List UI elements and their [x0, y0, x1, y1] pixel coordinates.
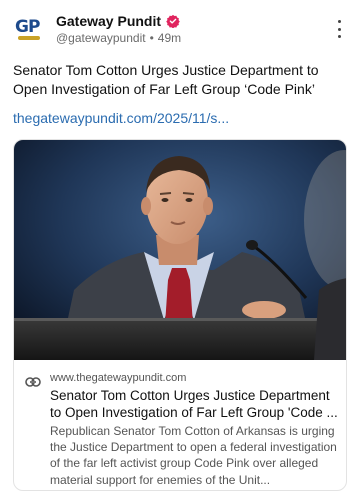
link-preview-details[interactable]: www.thegatewaypundit.com Senator Tom Cot… [14, 360, 346, 490]
account-name[interactable]: Gateway Pundit [56, 13, 161, 29]
card-title[interactable]: Senator Tom Cotton Urges Justice Departm… [50, 387, 338, 421]
name-row: Gateway Pundit [56, 12, 180, 30]
account-handle[interactable]: @gatewaypundit [56, 31, 146, 45]
post-link[interactable]: thegatewaypundit.com/2025/11/s... [13, 110, 229, 126]
post-header: GP Gateway Pundit @gatewaypundit • 49m [13, 12, 347, 48]
post-meta: @gatewaypundit • 49m [56, 31, 181, 45]
avatar-logo-text: GP [15, 17, 40, 37]
card-description: Republican Senator Tom Cotton of Arkansa… [50, 424, 337, 487]
avatar[interactable]: GP [13, 13, 45, 45]
verified-badge-icon [166, 14, 180, 29]
link-icon [25, 374, 41, 387]
meta-separator: • [149, 31, 154, 45]
avatar-swoosh [18, 36, 40, 40]
link-preview-card[interactable]: www.thegatewaypundit.com Senator Tom Cot… [13, 139, 347, 491]
link-preview-image[interactable] [14, 140, 346, 360]
feed-post: GP Gateway Pundit @gatewaypundit • 49m Sen… [0, 0, 359, 500]
post-timestamp[interactable]: 49m [158, 31, 181, 45]
card-domain: www.thegatewaypundit.com [50, 372, 187, 384]
post-body-text: Senator Tom Cotton Urges Justice Departm… [13, 62, 319, 97]
more-vertical-icon[interactable] [335, 20, 343, 38]
